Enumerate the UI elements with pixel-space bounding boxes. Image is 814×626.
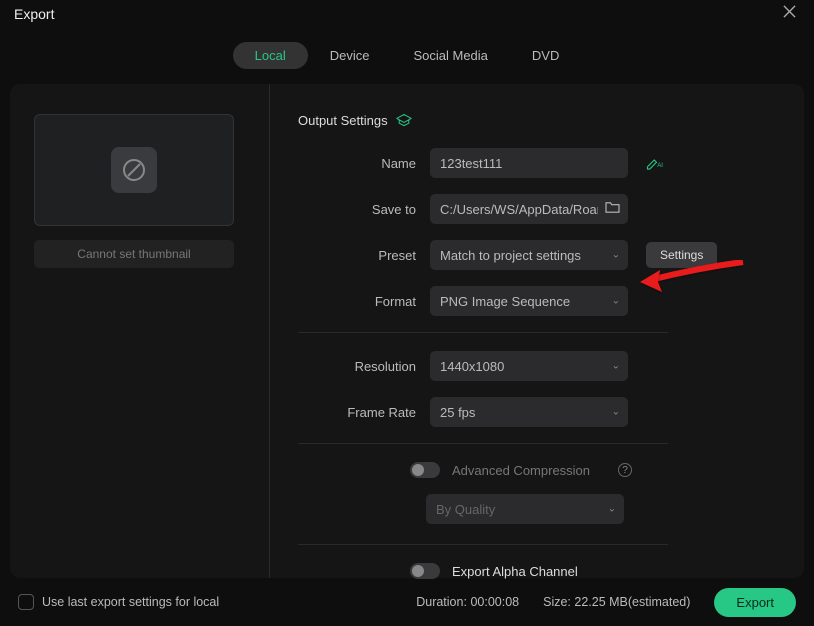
chevron-down-icon: ⌄ [612, 407, 620, 418]
name-label: Name [298, 156, 430, 171]
use-last-settings-label: Use last export settings for local [42, 595, 219, 609]
folder-icon [605, 201, 620, 214]
chevron-down-icon: ⌄ [608, 504, 616, 515]
footer-left: Use last export settings for local [18, 594, 219, 610]
export-alpha-label: Export Alpha Channel [452, 564, 578, 579]
advanced-compression-label: Advanced Compression [452, 463, 590, 478]
footer-right: Duration: 00:00:08 Size: 22.25 MB(estima… [416, 588, 796, 617]
preset-value: Match to project settings [440, 248, 581, 263]
tab-local[interactable]: Local [233, 42, 308, 69]
compression-quality-select: By Quality ⌄ [426, 494, 624, 524]
thumbnail-pane: Cannot set thumbnail [10, 84, 270, 578]
use-last-settings-checkbox[interactable] [18, 594, 34, 610]
resolution-label: Resolution [298, 359, 430, 374]
preset-label: Preset [298, 248, 430, 263]
ai-name-button[interactable]: AI [646, 156, 664, 170]
section-title: Output Settings [298, 113, 388, 128]
settings-pane: Output Settings Name AI Save to Preset M… [270, 84, 804, 578]
output-settings-header: Output Settings [298, 112, 764, 128]
thumbnail-preview [34, 114, 234, 226]
tab-social-media[interactable]: Social Media [391, 42, 509, 69]
export-alpha-toggle[interactable] [410, 563, 440, 579]
preset-select[interactable]: Match to project settings ⌄ [430, 240, 628, 270]
browse-folder-button[interactable] [605, 201, 620, 217]
main-panel: Cannot set thumbnail Output Settings Nam… [10, 84, 804, 578]
frame-rate-select[interactable]: 25 fps ⌄ [430, 397, 628, 427]
footer: Use last export settings for local Durat… [8, 578, 806, 626]
format-select[interactable]: PNG Image Sequence ⌄ [430, 286, 628, 316]
compression-quality-value: By Quality [436, 502, 495, 517]
chevron-down-icon: ⌄ [612, 361, 620, 372]
tab-device[interactable]: Device [308, 42, 392, 69]
frame-rate-label: Frame Rate [298, 405, 430, 420]
ai-pencil-icon: AI [646, 156, 664, 170]
export-button[interactable]: Export [714, 588, 796, 617]
resolution-value: 1440x1080 [440, 359, 504, 374]
advanced-compression-toggle[interactable] [410, 462, 440, 478]
save-to-label: Save to [298, 202, 430, 217]
format-row: Format PNG Image Sequence ⌄ [298, 286, 764, 316]
save-to-input[interactable] [430, 194, 628, 224]
advanced-compression-help[interactable]: ? [618, 463, 632, 477]
close-button[interactable] [779, 1, 800, 27]
close-icon [783, 5, 796, 18]
duration-info: Duration: 00:00:08 [416, 595, 519, 609]
frame-rate-value: 25 fps [440, 405, 475, 420]
size-info: Size: 22.25 MB(estimated) [543, 595, 690, 609]
export-tabs: Local Device Social Media DVD [0, 42, 814, 69]
save-to-row: Save to [298, 194, 764, 224]
chevron-down-icon: ⌄ [612, 250, 620, 261]
dialog-title: Export [14, 6, 54, 22]
name-row: Name AI [298, 148, 764, 178]
tab-dvd[interactable]: DVD [510, 42, 581, 69]
set-thumbnail-button: Cannot set thumbnail [34, 240, 234, 268]
resolution-select[interactable]: 1440x1080 ⌄ [430, 351, 628, 381]
preset-settings-button[interactable]: Settings [646, 242, 717, 268]
svg-text:AI: AI [657, 163, 663, 169]
format-label: Format [298, 294, 430, 309]
format-value: PNG Image Sequence [440, 294, 570, 309]
preset-row: Preset Match to project settings ⌄ Setti… [298, 240, 764, 270]
divider [298, 332, 668, 333]
advanced-compression-row: Advanced Compression ? [298, 462, 764, 478]
chevron-down-icon: ⌄ [612, 296, 620, 307]
graduation-cap-icon [396, 112, 412, 128]
frame-rate-row: Frame Rate 25 fps ⌄ [298, 397, 764, 427]
divider [298, 544, 668, 545]
export-alpha-row: Export Alpha Channel [298, 563, 764, 579]
divider [298, 443, 668, 444]
no-thumbnail-icon [111, 147, 157, 193]
resolution-row: Resolution 1440x1080 ⌄ [298, 351, 764, 381]
name-input[interactable] [430, 148, 628, 178]
